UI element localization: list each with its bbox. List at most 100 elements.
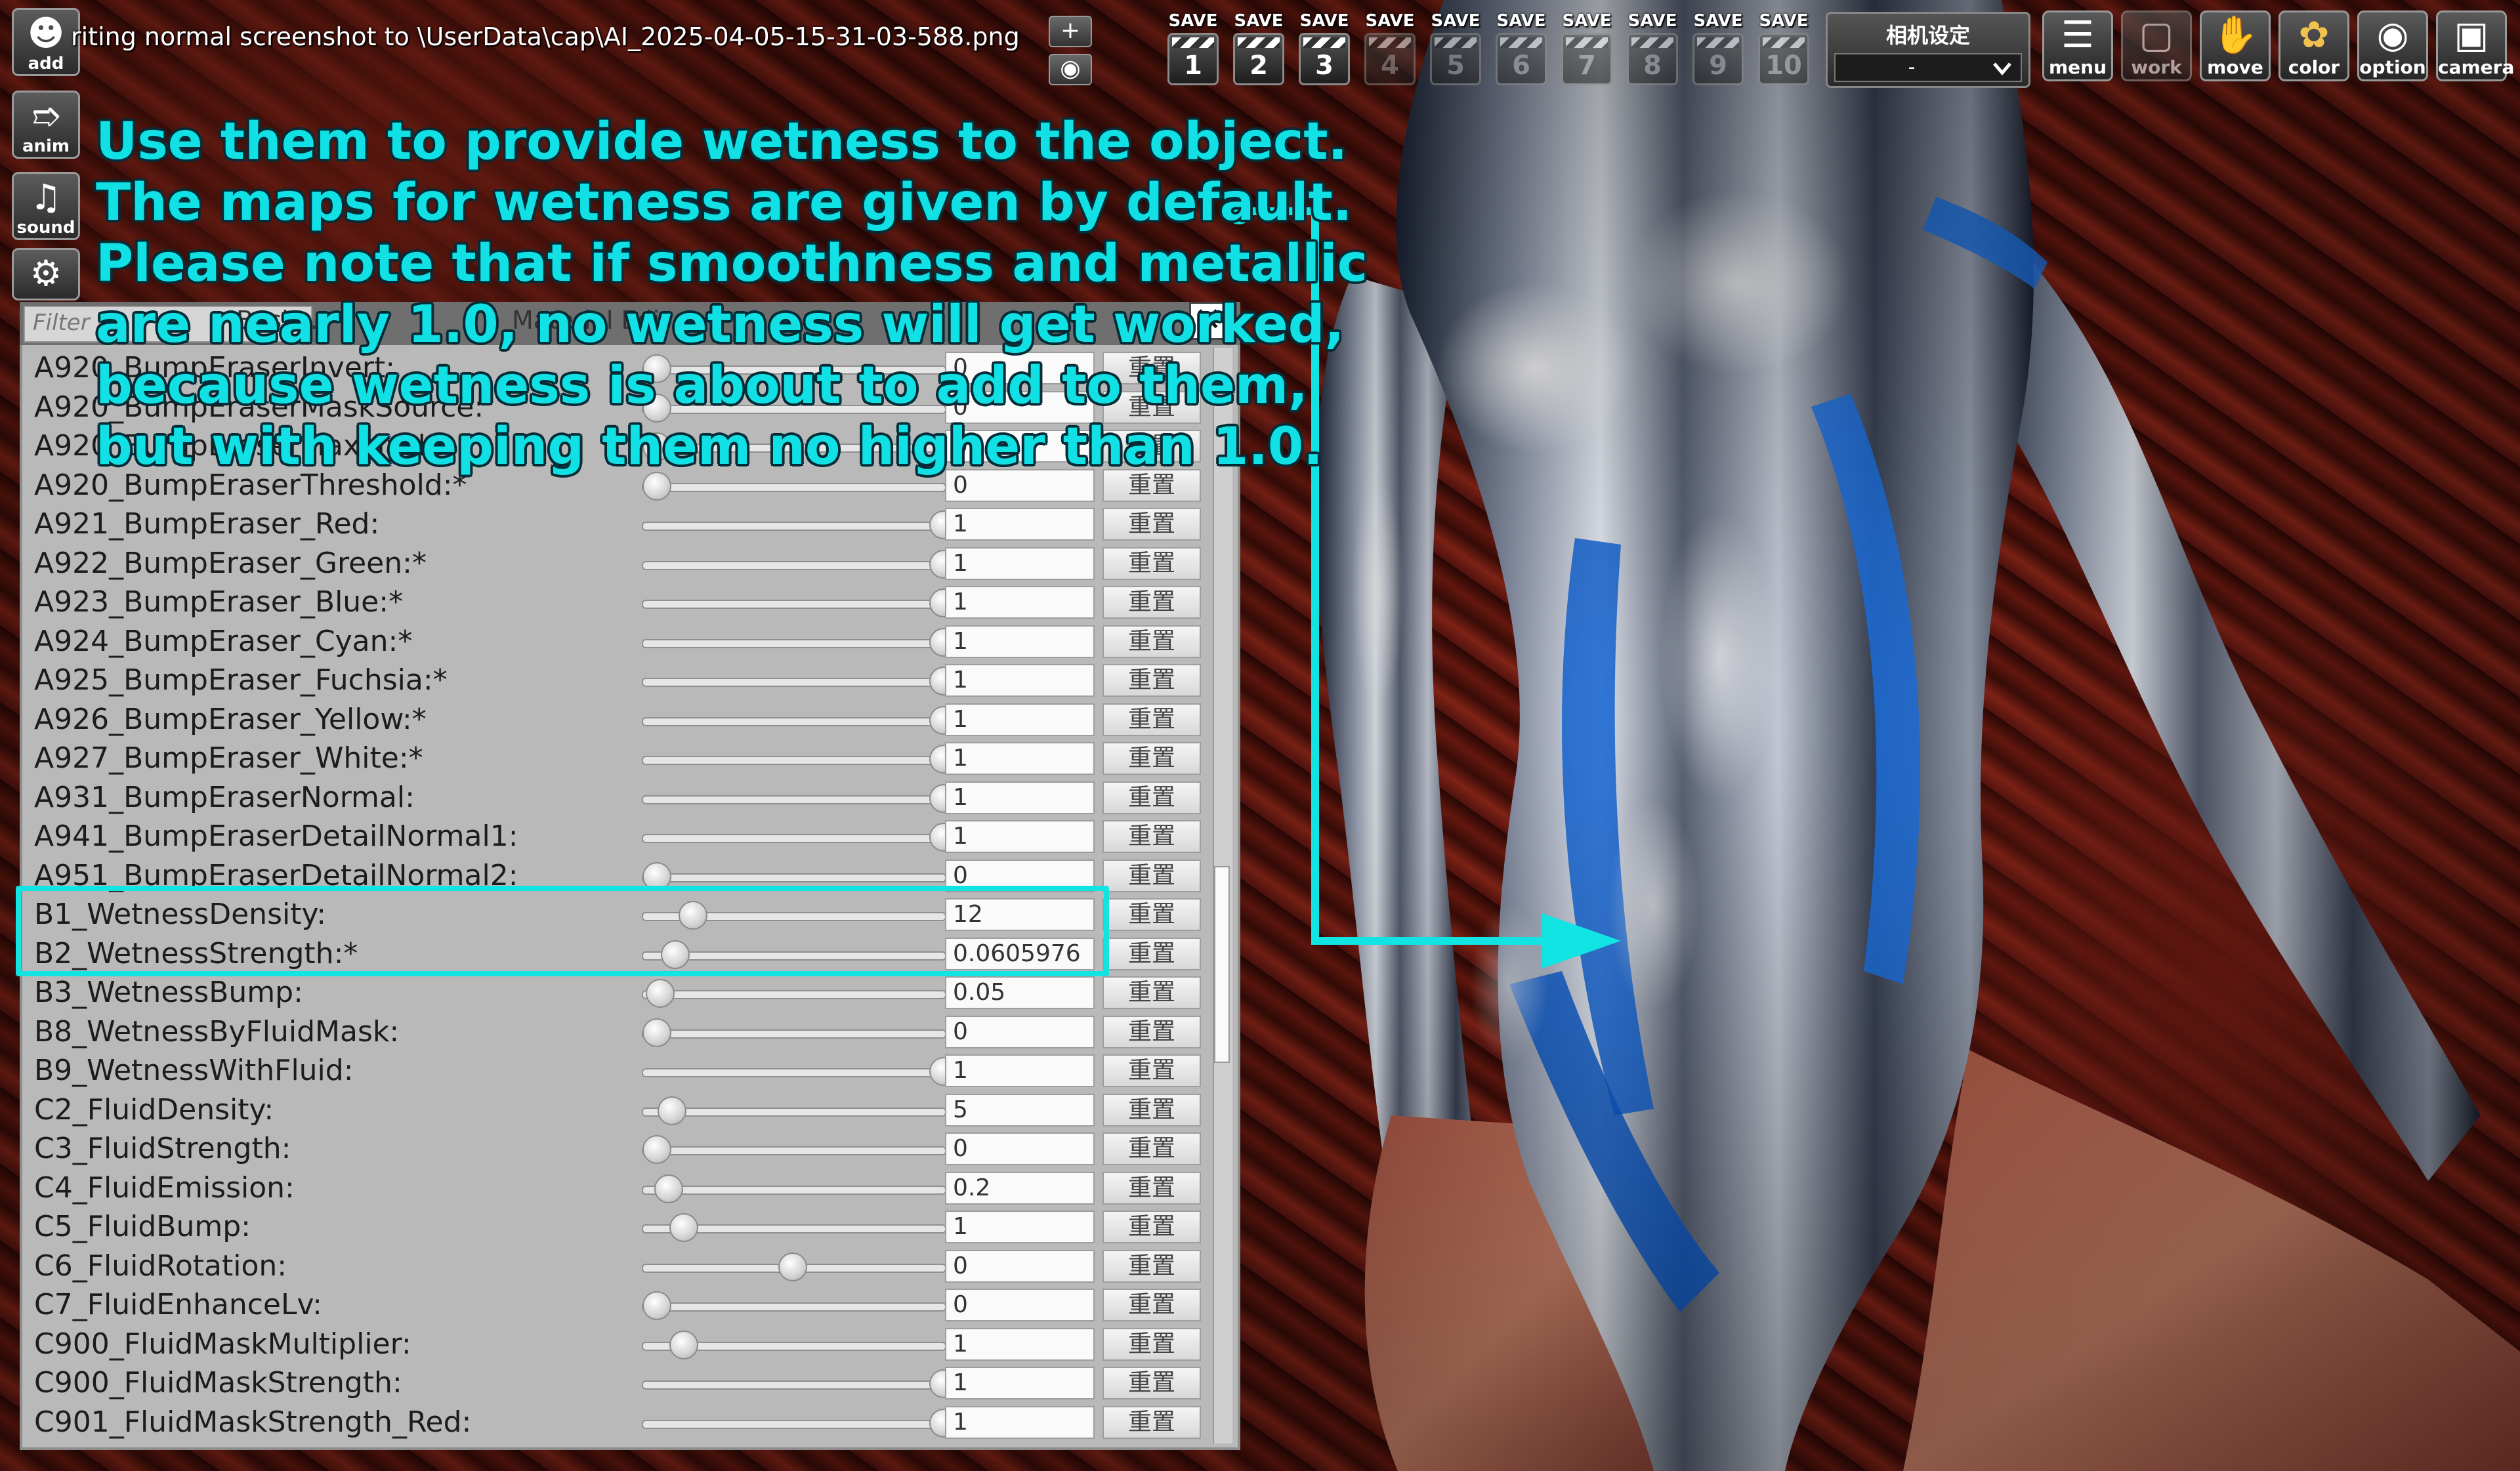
property-slider-track[interactable] — [642, 1146, 946, 1155]
property-slider-track[interactable] — [642, 717, 946, 726]
reset-button[interactable]: 重置 — [1102, 1016, 1201, 1048]
reset-button[interactable]: 重置 — [1102, 1132, 1201, 1165]
property-slider-track[interactable] — [642, 522, 946, 531]
property-value-input[interactable]: 1 — [945, 781, 1095, 814]
property-slider-track[interactable] — [642, 600, 946, 609]
property-slider-track[interactable] — [642, 639, 946, 648]
property-slider-track[interactable] — [642, 1029, 946, 1039]
property-slider-knob[interactable] — [669, 1331, 699, 1359]
reset-button[interactable]: 重置 — [1102, 1054, 1201, 1087]
color-button[interactable]: ✿ color — [2278, 10, 2349, 81]
menu-button[interactable]: ☰ menu — [2042, 10, 2113, 81]
property-slider-track[interactable] — [642, 1186, 946, 1195]
property-slider-knob[interactable] — [642, 1291, 671, 1320]
reset-button[interactable]: 重置 — [1102, 508, 1201, 541]
property-value-input[interactable]: 1 — [945, 625, 1095, 658]
save-slot-7[interactable]: SAVE 7 — [1558, 9, 1616, 91]
save-slot-8[interactable]: SAVE 8 — [1624, 9, 1681, 91]
reset-button[interactable]: 重置 — [1102, 938, 1201, 970]
work-button[interactable]: ▢ work — [2121, 10, 2192, 81]
reset-button[interactable]: 重置 — [1102, 664, 1201, 697]
property-slider-knob[interactable] — [654, 1174, 684, 1203]
property-slider-track[interactable] — [642, 1068, 946, 1077]
property-slider-track[interactable] — [642, 1420, 946, 1429]
property-value-input[interactable]: 0.05 — [945, 976, 1095, 1009]
eye-toggle-button[interactable]: ◉ — [1049, 54, 1092, 85]
sound-button[interactable]: ♫ sound — [12, 172, 80, 240]
reset-button[interactable]: 重置 — [1102, 547, 1201, 580]
save-slot-9[interactable]: SAVE 9 — [1689, 9, 1747, 91]
property-slider-track[interactable] — [642, 1380, 946, 1390]
reset-button[interactable]: 重置 — [1102, 1094, 1201, 1127]
property-value-input[interactable]: 1 — [945, 664, 1095, 697]
reset-button[interactable]: 重置 — [1102, 586, 1201, 619]
reset-button[interactable]: 重置 — [1102, 820, 1201, 853]
property-value-input[interactable]: 0 — [945, 1250, 1095, 1283]
reset-button[interactable]: 重置 — [1102, 742, 1201, 775]
property-value-input[interactable]: 0 — [945, 1289, 1095, 1321]
property-slider-track[interactable] — [642, 795, 946, 804]
property-slider-knob[interactable] — [669, 1213, 699, 1242]
save-slot-3[interactable]: SAVE 3 — [1295, 9, 1353, 91]
property-value-input[interactable]: 1 — [945, 742, 1095, 775]
camera-button[interactable]: ▣ camera — [2436, 10, 2514, 81]
property-value-input[interactable]: 5 — [945, 1094, 1095, 1127]
reset-button[interactable]: 重置 — [1102, 1328, 1201, 1361]
reset-button[interactable]: 重置 — [1102, 703, 1201, 736]
add-button[interactable]: ☻ add — [12, 8, 80, 76]
reset-button[interactable]: 重置 — [1102, 1211, 1201, 1243]
reset-button[interactable]: 重置 — [1102, 1406, 1201, 1439]
property-value-input[interactable]: 0 — [945, 1016, 1095, 1048]
property-slider-track[interactable] — [642, 561, 946, 570]
property-value-input[interactable]: 1 — [945, 1328, 1095, 1361]
system-button[interactable]: ⚙ — [12, 248, 80, 300]
property-value-input[interactable]: 1 — [945, 703, 1095, 736]
property-slider-track[interactable] — [642, 756, 946, 765]
property-value-input[interactable]: 1 — [945, 1406, 1095, 1439]
property-slider-knob[interactable] — [778, 1253, 807, 1281]
property-name: A941_BumpEraserDetailNormal1: — [34, 819, 518, 853]
reset-button[interactable]: 重置 — [1102, 1289, 1201, 1321]
save-slot-6[interactable]: SAVE 6 — [1492, 9, 1550, 91]
reset-button[interactable]: 重置 — [1102, 976, 1201, 1009]
property-slider-knob[interactable] — [645, 979, 675, 1008]
property-slider-track[interactable] — [642, 483, 946, 492]
scrollbar-thumb[interactable] — [1214, 866, 1230, 1063]
property-value-input[interactable]: 0.2 — [945, 1172, 1095, 1205]
property-value-input[interactable]: 1 — [945, 508, 1095, 541]
reset-button[interactable]: 重置 — [1102, 1172, 1201, 1205]
save-slot-1[interactable]: SAVE 1 — [1164, 9, 1222, 91]
property-slider-knob[interactable] — [642, 1018, 671, 1047]
property-slider-knob[interactable] — [658, 1096, 686, 1125]
reset-button[interactable]: 重置 — [1102, 860, 1201, 892]
save-slot-10[interactable]: SAVE 10 — [1755, 9, 1813, 91]
reset-button[interactable]: 重置 — [1102, 898, 1201, 931]
plus-button[interactable]: + — [1049, 16, 1092, 47]
property-value-input[interactable]: 1 — [945, 586, 1095, 619]
annotation-text: Use them to provide wetness to the objec… — [96, 112, 1368, 478]
option-button[interactable]: ◉ option — [2357, 10, 2428, 81]
save-slot-2[interactable]: SAVE 2 — [1230, 9, 1288, 91]
property-slider-track[interactable] — [642, 834, 946, 843]
property-value-input[interactable]: 1 — [945, 1211, 1095, 1243]
property-slider-track[interactable] — [642, 873, 946, 882]
property-slider-track[interactable] — [642, 678, 946, 687]
save-slot-4[interactable]: SAVE 4 — [1361, 9, 1419, 91]
camera-settings-select[interactable]: - — [1834, 53, 2022, 82]
property-value-input[interactable]: 1 — [945, 820, 1095, 853]
property-value-input[interactable]: 0 — [945, 1132, 1095, 1165]
move-button[interactable]: ✋ move — [2200, 10, 2271, 81]
reset-button[interactable]: 重置 — [1102, 781, 1201, 814]
property-slider-track[interactable] — [642, 990, 946, 999]
property-slider-track[interactable] — [642, 1302, 946, 1312]
anim-button[interactable]: ➱ anim — [12, 91, 80, 159]
reset-button[interactable]: 重置 — [1102, 1250, 1201, 1283]
reset-button[interactable]: 重置 — [1102, 625, 1201, 658]
property-slider-knob[interactable] — [642, 1135, 671, 1164]
save-slot-5[interactable]: SAVE 5 — [1427, 9, 1484, 91]
property-value-input[interactable]: 1 — [945, 547, 1095, 580]
property-value-input[interactable]: 1 — [945, 1054, 1095, 1087]
reset-button[interactable]: 重置 — [1102, 1367, 1201, 1399]
property-value-input[interactable]: 1 — [945, 1367, 1095, 1399]
property-slider-track[interactable] — [642, 1108, 946, 1117]
